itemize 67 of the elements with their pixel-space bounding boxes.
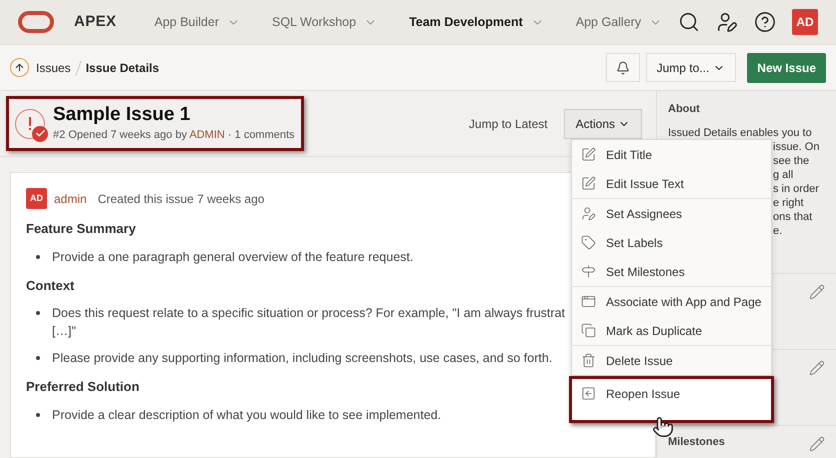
about-text: g all (773, 168, 794, 182)
user-avatar[interactable]: AD (792, 9, 818, 35)
menu-item[interactable]: Associate with App and Page (572, 287, 771, 316)
post-meta: Created this issue 7 weeks ago (98, 190, 264, 208)
bell-icon (616, 60, 630, 74)
about-text: s in order (773, 182, 820, 196)
menu-item[interactable]: Set Labels (572, 228, 771, 257)
milestone-icon (581, 264, 596, 279)
help-icon[interactable] (754, 11, 776, 33)
about-text: issue. On (773, 140, 820, 154)
menu-item[interactable]: Set Assignees (572, 199, 771, 228)
actions-button[interactable]: Actions (564, 108, 642, 138)
section-heading: Preferred Solution (26, 378, 140, 396)
duplicate-icon (581, 323, 596, 338)
nav-tab[interactable]: App Gallery (564, 12, 674, 32)
search-icon[interactable] (678, 11, 700, 33)
user-icon[interactable] (716, 11, 738, 33)
user-avatar: AD (26, 188, 47, 209)
associate-icon (581, 294, 596, 309)
bullet-icon (36, 356, 40, 360)
nav-tab[interactable]: Team Development (397, 12, 556, 32)
up-icon[interactable] (10, 58, 29, 77)
menu-item[interactable]: Edit Issue Text (572, 169, 771, 198)
about-text: Issued Details enables you to (668, 126, 813, 140)
bullet-text: Does this request relate to a specific situation or process? For example, "I am always frustrat (52, 305, 565, 322)
about-text: e right (773, 196, 805, 210)
issue-status-icon (15, 108, 45, 138)
pencil-icon[interactable] (809, 360, 825, 376)
edit-icon (581, 176, 596, 191)
bullet-text: Please provide any supporting information, including screenshots, use cases, and so forth. (52, 350, 552, 367)
reopen-icon (581, 386, 596, 401)
nav-tab[interactable]: App Builder (142, 12, 252, 32)
bullet-icon (36, 412, 40, 416)
about-text: e. (773, 224, 784, 238)
breadcrumb-link[interactable]: Issues (36, 58, 71, 76)
jump-to-button[interactable]: Jump to... (646, 53, 736, 82)
post-author[interactable]: admin (54, 190, 87, 208)
bullet-icon (36, 311, 40, 315)
breadcrumb-current: Issue Details (86, 60, 160, 76)
section-heading: Feature Summary (26, 220, 136, 238)
user-icon (581, 206, 596, 221)
bullet-icon (36, 254, 40, 258)
jump-to-latest-link[interactable]: Jump to Latest (468, 114, 548, 132)
tag-icon (581, 235, 596, 250)
bullet-text: Provide a one paragraph general overview of the feature request. (52, 248, 414, 266)
bullet-text: Provide a clear description of what you would like to see implemented. (52, 406, 442, 424)
bullet-text: […]" (52, 323, 77, 340)
pencil-icon[interactable] (809, 436, 825, 452)
issue-title: Sample Issue 1 (53, 103, 192, 128)
brand-name: APEX (74, 12, 116, 32)
nav-tab[interactable]: SQL Workshop (260, 12, 390, 32)
pencil-icon[interactable] (809, 284, 825, 300)
edit-icon (581, 147, 596, 162)
menu-item[interactable]: Edit Title (572, 140, 771, 169)
about-text: see the (773, 154, 810, 168)
sidebar-heading: Milestones (668, 436, 725, 449)
about-text: ons that (773, 210, 814, 224)
notification-button[interactable] (606, 53, 640, 82)
delete-icon (581, 353, 596, 368)
logo-icon (18, 11, 54, 33)
issue-meta: #2 Opened 7 weeks ago by ADMIN · 1 comments (53, 128, 295, 144)
new-issue-button[interactable]: New Issue (747, 52, 826, 82)
section-heading: Context (26, 276, 74, 294)
menu-item[interactable]: Set Milestones (572, 257, 771, 286)
menu-item[interactable]: Delete Issue (572, 346, 771, 375)
menu-item[interactable]: Mark as Duplicate (572, 316, 771, 345)
sidebar-heading: About (668, 102, 701, 117)
